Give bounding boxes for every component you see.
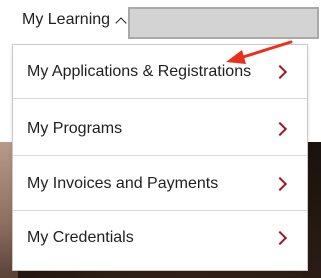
menu-item-label: My Invoices and Payments [27, 174, 219, 192]
chevron-right-icon [272, 176, 288, 191]
menu-item-label: My Credentials [27, 229, 134, 246]
menu-item-programs[interactable]: My Programs [13, 102, 307, 156]
menu-item-applications-registrations[interactable]: My Applications & Registrations [13, 45, 307, 99]
chevron-right-icon [272, 64, 288, 79]
redacted-region [128, 7, 319, 39]
chevron-right-icon [272, 230, 288, 246]
menu-item-label: My Programs [27, 119, 123, 137]
my-learning-label: My Learning [22, 11, 111, 28]
menu-item-invoices-payments[interactable]: My Invoices and Payments [13, 157, 307, 211]
chevron-right-icon [272, 121, 288, 136]
caret-up-icon [115, 17, 127, 29]
menu-item-credentials[interactable]: My Credentials [13, 211, 307, 265]
my-learning-menu-toggle[interactable]: My Learning [22, 9, 127, 31]
my-learning-dropdown: My Applications & Registrations My Progr… [12, 44, 308, 271]
menu-item-label: My Applications & Registrations [27, 62, 252, 80]
